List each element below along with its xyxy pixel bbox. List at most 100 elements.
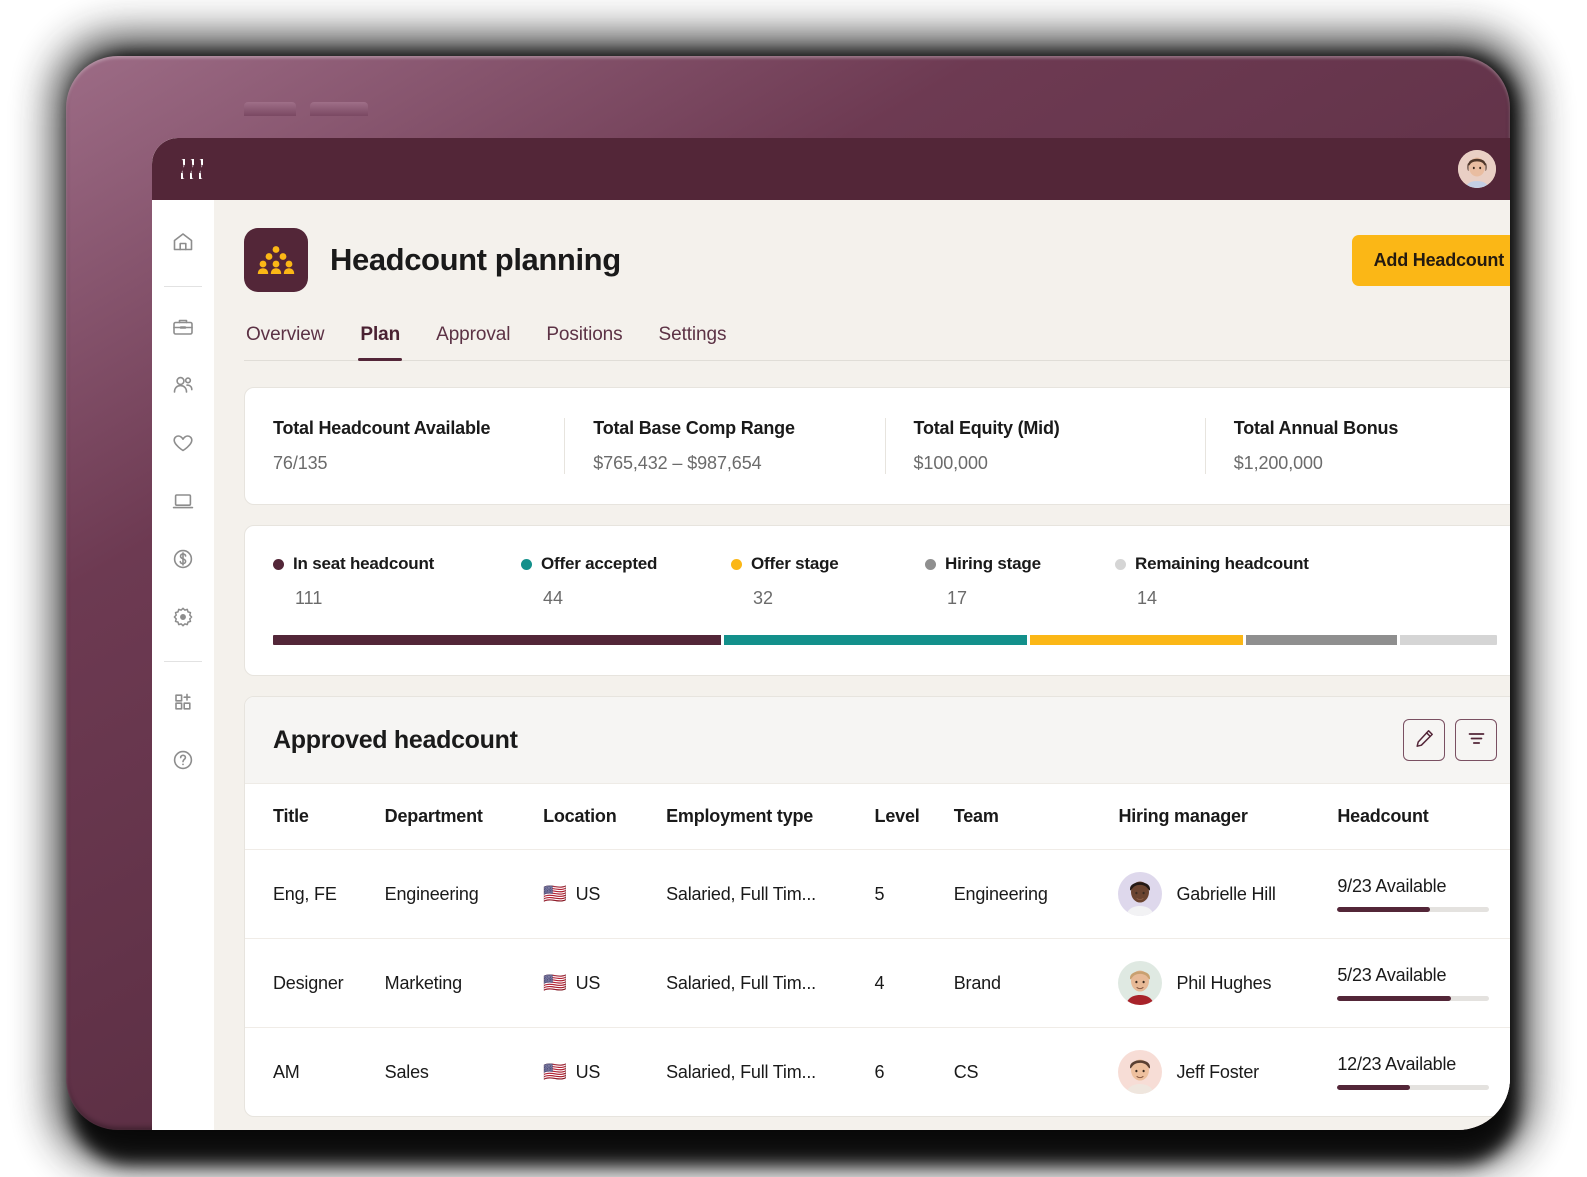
table-body: Eng, FE Engineering 🇺🇸 US Salaried, Full Tim… — [245, 849, 1510, 1116]
sidebar-item-settings[interactable] — [161, 597, 205, 641]
add-headcount-button[interactable]: Add Headcount — [1351, 234, 1510, 286]
sidebar-item-benefits[interactable] — [161, 423, 205, 467]
cell-team: Brand — [953, 938, 1119, 1028]
headcount-progress-fill — [1337, 907, 1431, 912]
heart-icon — [171, 431, 195, 460]
cell-level: 5 — [874, 849, 954, 939]
headcount-progress-fill — [1337, 1085, 1411, 1090]
stat-total-annual-bonus: Total Annual Bonus $1,200,000 — [1206, 418, 1510, 474]
table-row[interactable]: Designer Marketing 🇺🇸 US Salaried, Full Tim.… — [245, 938, 1510, 1028]
volume-up-button[interactable] — [244, 102, 296, 116]
legend-value: 14 — [1137, 588, 1158, 608]
location-label: US — [575, 1061, 601, 1082]
sidebar-divider-bottom — [164, 661, 202, 662]
tab-overview[interactable]: Overview — [244, 320, 326, 360]
column-header-department[interactable]: Department — [385, 784, 543, 850]
sidebar-item-help[interactable] — [161, 740, 205, 784]
home-icon — [171, 230, 195, 259]
tab-plan[interactable]: Plan — [358, 320, 402, 361]
topbar-user-menu[interactable] — [1458, 150, 1510, 188]
volume-down-button[interactable] — [310, 102, 368, 116]
stat-total-base-comp-range: Total Base Comp Range $765,432 – $987,65… — [565, 418, 886, 474]
briefcase-icon — [171, 315, 195, 344]
headcount-availability-text: 12/23 Available — [1337, 1054, 1457, 1074]
help-circle-icon — [171, 748, 195, 777]
manager-name: Jeff Foster — [1176, 1061, 1259, 1082]
bar-segment — [724, 635, 1028, 645]
legend-color-dot — [925, 558, 936, 570]
app-topbar — [152, 138, 1510, 200]
headcount-breakdown-card: In seat headcount Offer accepted Offer sta… — [244, 525, 1510, 676]
column-header-level[interactable]: Level — [875, 784, 954, 850]
legend-value: 17 — [947, 588, 968, 608]
column-header-team[interactable]: Team — [954, 784, 1119, 850]
edit-button[interactable] — [1403, 719, 1445, 761]
table-header-row: Title Department Location Employment typ… — [245, 784, 1510, 850]
device-bezel: Headcount planning Add Headcount Overvie… — [66, 56, 1510, 1130]
stat-label: Total Headcount Available — [273, 418, 491, 438]
tab-approval[interactable]: Approval — [434, 320, 512, 360]
legend-value: 32 — [753, 588, 774, 608]
table-actions — [1403, 719, 1497, 761]
legend-color-dot — [731, 558, 742, 570]
legend-label: Offer accepted — [541, 554, 658, 573]
legend-value: 111 — [295, 588, 323, 608]
sidebar-item-payroll[interactable] — [161, 539, 205, 583]
cell-title: AM — [245, 1027, 385, 1116]
laptop-icon — [171, 489, 195, 518]
headcount-availability-text: 5/23 Available — [1337, 965, 1447, 985]
legend-item: Remaining headcount — [1115, 554, 1309, 574]
headcount-progress-track — [1337, 1085, 1490, 1090]
avatar[interactable] — [1458, 150, 1496, 188]
cell-employment-type: Salaried, Full Tim... — [666, 1027, 875, 1116]
filter-button[interactable] — [1455, 719, 1497, 761]
sidebar-item-jobs[interactable] — [161, 307, 205, 351]
column-header-employment-type[interactable]: Employment type — [666, 784, 874, 850]
legend-color-dot — [521, 558, 532, 570]
cell-level: 4 — [874, 938, 954, 1028]
cell-department: Engineering — [384, 849, 544, 939]
column-header-hiring-manager[interactable]: Hiring manager — [1118, 784, 1337, 850]
stat-value: $100,000 — [913, 453, 988, 473]
legend-label: Hiring stage — [945, 554, 1041, 573]
avatar — [1118, 872, 1163, 916]
cell-department: Sales — [384, 1027, 544, 1116]
cell-location: 🇺🇸 US — [543, 1027, 667, 1116]
legend-label: In seat headcount — [293, 554, 435, 573]
headcount-segmented-bar — [273, 635, 1497, 645]
headcount-availability-text: 9/23 Available — [1337, 876, 1447, 896]
manager-name: Phil Hughes — [1176, 972, 1272, 993]
tab-positions[interactable]: Positions — [544, 320, 624, 360]
legend-item: Offer accepted — [521, 554, 731, 574]
people-icon — [171, 373, 195, 402]
sidebar-item-apps[interactable] — [161, 682, 205, 726]
sidebar-item-devices[interactable] — [161, 481, 205, 525]
table-row[interactable]: AM Sales 🇺🇸 US Salaried, Full Tim... 6 CS Jeff … — [245, 1027, 1510, 1116]
cell-department: Marketing — [384, 938, 544, 1028]
headcount-table: Title Department Location Employment typ… — [245, 784, 1510, 1116]
headcount-progress-track — [1337, 907, 1490, 912]
cell-team: CS — [953, 1027, 1119, 1116]
sidebar-item-home[interactable] — [161, 222, 205, 266]
tab-settings[interactable]: Settings — [657, 320, 729, 360]
stat-label: Total Annual Bonus — [1233, 418, 1399, 438]
cell-title: Designer — [245, 938, 385, 1028]
stat-value: 76/135 — [273, 453, 328, 473]
legend-color-dot — [1115, 558, 1126, 570]
location-label: US — [575, 883, 601, 904]
headcount-progress-fill — [1337, 996, 1452, 1001]
column-header-location[interactable]: Location — [543, 784, 666, 850]
table-row[interactable]: Eng, FE Engineering 🇺🇸 US Salaried, Full Tim… — [245, 849, 1510, 939]
cell-headcount: 9/23 Available — [1337, 849, 1510, 939]
legend-item: Hiring stage — [925, 554, 1115, 574]
sidebar-item-people[interactable] — [161, 365, 205, 409]
device-mockup: Headcount planning Add Headcount Overvie… — [0, 0, 1587, 1177]
cell-location: 🇺🇸 US — [543, 938, 667, 1028]
us-flag-icon: 🇺🇸 — [543, 972, 567, 994]
column-header-title[interactable]: Title — [245, 784, 385, 850]
page-header: Headcount planning Add Headcount — [244, 228, 1510, 292]
cell-employment-type: Salaried, Full Tim... — [666, 938, 875, 1028]
column-header-headcount[interactable]: Headcount — [1337, 784, 1510, 850]
wave-logo-icon[interactable] — [178, 156, 208, 182]
stat-value: $1,200,000 — [1233, 453, 1323, 473]
